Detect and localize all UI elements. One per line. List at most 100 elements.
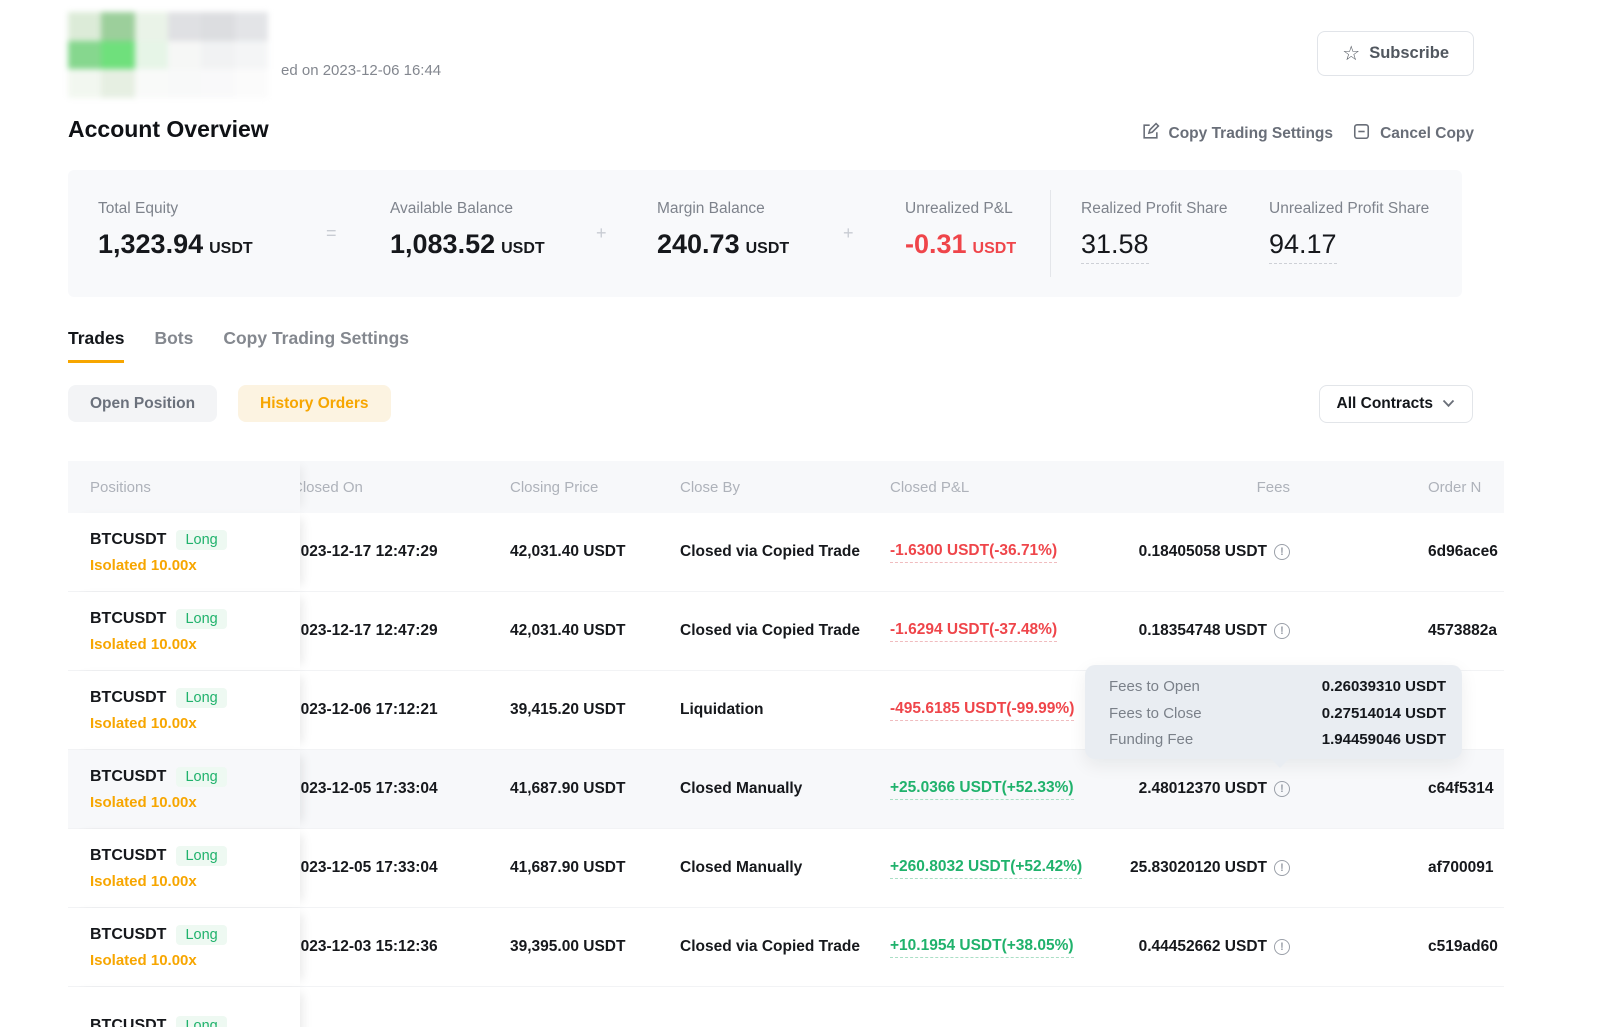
closing-price-cell: 42,031.40 USDT	[510, 592, 625, 670]
order-no-cell: c519ad60	[1428, 908, 1498, 986]
fees-info-icon[interactable]: !	[1274, 781, 1290, 797]
order-no-cell: af700091	[1428, 829, 1494, 907]
tooltip-row: Fees to Close 0.27514014 USDT	[1109, 705, 1446, 722]
margin-leverage: Isolated 10.00x	[90, 952, 300, 969]
copy-trading-settings-label: Copy Trading Settings	[1169, 125, 1333, 143]
fees-cell: 25.83020120 USDT!	[1120, 829, 1290, 907]
close-by-cell: Closed via Copied Trade	[680, 592, 860, 670]
closed-on-cell: 2023-12-17 12:47:29	[292, 513, 438, 591]
stat-value[interactable]: 31.58	[1081, 229, 1149, 264]
stat-unit: USDT	[209, 240, 253, 257]
plus-sign: +	[843, 223, 854, 244]
side-badge: Long	[176, 609, 226, 629]
col-header-close-by: Close By	[680, 461, 740, 513]
plus-sign: +	[596, 223, 607, 244]
cancel-copy-button[interactable]: Cancel Copy	[1352, 122, 1474, 146]
edit-icon	[1141, 122, 1160, 146]
tab-copy-trading-settings[interactable]: Copy Trading Settings	[223, 328, 409, 363]
tooltip-label: Fees to Open	[1109, 678, 1200, 695]
tooltip-label: Funding Fee	[1109, 731, 1193, 748]
contracts-dropdown-value: All Contracts	[1337, 395, 1433, 413]
side-badge: Long	[176, 688, 226, 708]
margin-leverage: Isolated 10.00x	[90, 557, 300, 574]
tooltip-value: 0.26039310 USDT	[1322, 678, 1446, 695]
symbol: BTCUSDT	[90, 1017, 166, 1027]
stat-value: 240.73	[657, 229, 740, 259]
side-badge: Long	[176, 1016, 226, 1027]
close-by-cell: Closed Manually	[680, 750, 802, 828]
contracts-dropdown[interactable]: All Contracts	[1319, 385, 1473, 423]
fees-cell: 2.48012370 USDT!	[1120, 750, 1290, 828]
closed-pnl-cell: -1.6294 USDT(-37.48%)	[890, 592, 1057, 670]
order-no-cell: 6d96ace6	[1428, 513, 1498, 591]
fees-info-icon[interactable]: !	[1274, 939, 1290, 955]
closed-on-cell: 2023-12-05 17:33:04	[292, 829, 438, 907]
table-header-row: Closed On Closing Price Close By Closed …	[68, 461, 1504, 513]
order-no-cell: 4573882a	[1428, 592, 1497, 670]
fees-cell: 0.18354748 USDT!	[1120, 592, 1290, 670]
fees-info-icon[interactable]: !	[1274, 623, 1290, 639]
stat-label: Available Balance	[390, 200, 513, 218]
stat-value: -0.31	[905, 229, 967, 259]
copy-trading-settings-button[interactable]: Copy Trading Settings	[1141, 122, 1333, 146]
position-cell: BTCUSDTLong Isolated 10.00x	[68, 908, 300, 986]
position-cell: BTCUSDTLong Isolated 10.00x	[68, 829, 300, 907]
symbol: BTCUSDT	[90, 610, 166, 628]
closing-price-cell: 39,395.00 USDT	[510, 908, 625, 986]
tab-trades[interactable]: Trades	[68, 328, 124, 363]
fees-cell: 0.18405058 USDT!	[1120, 513, 1290, 591]
trader-avatar-blurred	[68, 12, 268, 98]
margin-leverage: Isolated 10.00x	[90, 794, 300, 811]
closed-pnl-cell: +10.1954 USDT(+38.05%)	[890, 908, 1074, 986]
table-row: 2023-12-05 17:33:04 41,687.90 USDT Close…	[68, 829, 1504, 908]
stat-unit: USDT	[746, 240, 790, 257]
stat-value: 1,323.94	[98, 229, 203, 259]
tooltip-value: 1.94459046 USDT	[1322, 731, 1446, 748]
cancel-copy-label: Cancel Copy	[1380, 125, 1474, 143]
closed-on-cell: 2023-12-06 17:12:21	[292, 671, 438, 749]
stat-label: Total Equity	[98, 200, 178, 218]
side-badge: Long	[176, 767, 226, 787]
minus-square-icon	[1352, 122, 1371, 146]
subscribe-button[interactable]: ☆ Subscribe	[1317, 31, 1474, 76]
margin-leverage: Isolated 10.00x	[90, 715, 300, 732]
col-header-closing-price: Closing Price	[510, 461, 598, 513]
symbol: BTCUSDT	[90, 689, 166, 707]
page-title: Account Overview	[68, 116, 269, 143]
closed-on-cell: 2023-12-17 12:47:29	[292, 592, 438, 670]
position-cell: BTCUSDTLong Isolated 10.00x	[68, 750, 300, 828]
vertical-divider	[1050, 190, 1051, 277]
close-by-cell: Closed via Copied Trade	[680, 513, 860, 591]
stat-unit: USDT	[973, 240, 1017, 257]
order-no-cell: c64f5314	[1428, 750, 1494, 828]
stat-label: Unrealized Profit Share	[1269, 200, 1429, 218]
closing-price-cell: 42,031.40 USDT	[510, 513, 625, 591]
history-orders-button[interactable]: History Orders	[238, 385, 391, 422]
margin-leverage: Isolated 10.00x	[90, 636, 300, 653]
fees-info-icon[interactable]: !	[1274, 860, 1290, 876]
stat-value[interactable]: 94.17	[1269, 229, 1337, 264]
subscribe-label: Subscribe	[1369, 44, 1449, 63]
stat-value: 1,083.52	[390, 229, 495, 259]
equals-sign: =	[326, 223, 337, 244]
closing-price-cell: 39,415.20 USDT	[510, 671, 625, 749]
subscribed-date-text: ed on 2023-12-06 16:44	[281, 62, 441, 79]
close-by-cell: Liquidation	[680, 671, 764, 749]
tooltip-row: Fees to Open 0.26039310 USDT	[1109, 678, 1446, 695]
table-row: 2023-12-17 12:47:29 42,031.40 USDT Close…	[68, 592, 1504, 671]
side-badge: Long	[176, 530, 226, 550]
stat-label: Unrealized P&L	[905, 200, 1013, 218]
tab-bots[interactable]: Bots	[154, 328, 193, 363]
closed-pnl-cell: -495.6185 USDT(-99.99%)	[890, 671, 1074, 749]
symbol: BTCUSDT	[90, 531, 166, 549]
closed-pnl-cell: +260.8032 USDT(+52.42%)	[890, 829, 1082, 907]
open-position-button[interactable]: Open Position	[68, 385, 217, 422]
fees-breakdown-tooltip: Fees to Open 0.26039310 USDT Fees to Clo…	[1085, 665, 1462, 759]
side-badge: Long	[176, 925, 226, 945]
fees-info-icon[interactable]: !	[1274, 544, 1290, 560]
position-cell: BTCUSDT Long Isolated 10.00x	[68, 513, 300, 591]
stat-label: Realized Profit Share	[1081, 200, 1227, 218]
col-header-positions: Positions	[68, 461, 300, 513]
col-header-fees: Fees	[1120, 461, 1290, 513]
fees-cell: 0.44452662 USDT!	[1120, 908, 1290, 986]
